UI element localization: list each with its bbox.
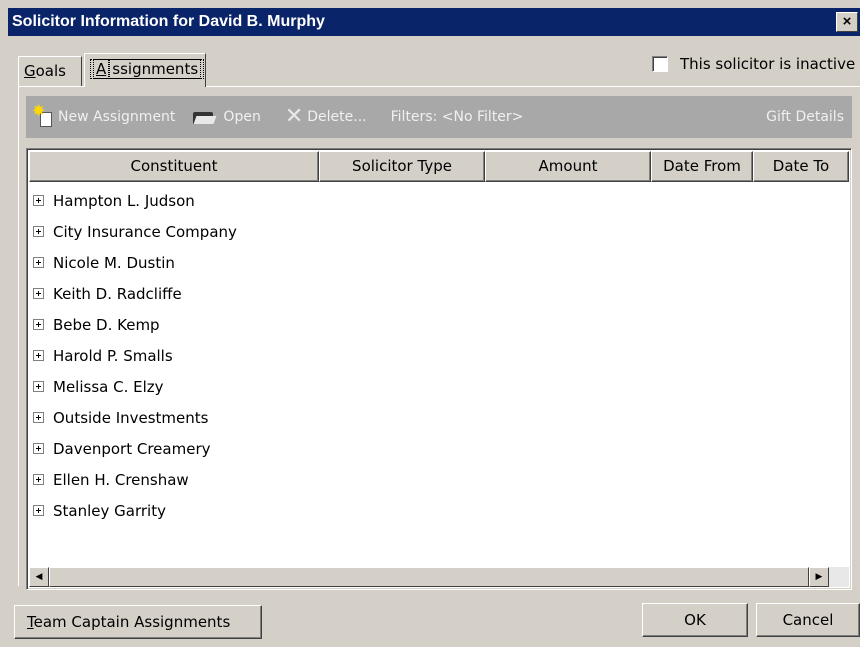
expand-plus-icon[interactable]: [33, 381, 44, 392]
constituent-name: Davenport Creamery: [53, 439, 211, 458]
constituent-name: Bebe D. Kemp: [53, 315, 160, 334]
list-item[interactable]: City Insurance Company: [29, 216, 829, 247]
list-item[interactable]: Nicole M. Dustin: [29, 247, 829, 278]
inactive-option[interactable]: This solicitor is inactive: [652, 53, 855, 75]
delete-x-icon: ✕: [284, 104, 304, 129]
column-header-constituent[interactable]: Constituent: [29, 151, 319, 182]
column-header-amount[interactable]: Amount: [485, 151, 651, 182]
horizontal-scrollbar[interactable]: ◀ ▶: [29, 567, 849, 587]
tab-goals[interactable]: Goals: [18, 56, 82, 86]
new-assignment-label: New Assignment: [58, 109, 176, 125]
constituent-name: Nicole M. Dustin: [53, 253, 175, 272]
tab-goals-accel: G: [24, 62, 36, 80]
list-item[interactable]: Outside Investments: [29, 402, 829, 433]
list-rows: Hampton L. Judson City Insurance Company…: [29, 185, 829, 526]
gift-details-label: Gift Details: [766, 109, 844, 125]
new-assignment-button[interactable]: ✸ New Assignment: [32, 101, 176, 127]
inactive-label: This solicitor is inactive: [680, 55, 856, 73]
column-header-date-to[interactable]: Date To: [753, 151, 849, 182]
expand-plus-icon[interactable]: [33, 474, 44, 485]
expand-plus-icon[interactable]: [33, 412, 44, 423]
close-icon: ×: [842, 13, 852, 30]
list-item[interactable]: Harold P. Smalls: [29, 340, 829, 371]
assignments-list[interactable]: Constituent Solicitor Type Amount Date F…: [26, 148, 852, 590]
list-item[interactable]: Ellen H. Crenshaw: [29, 464, 829, 495]
filters-label: Filters: <No Filter>: [390, 109, 524, 125]
tab-assignments-label: ssignments: [109, 59, 202, 79]
scroll-left-button[interactable]: ◀: [29, 567, 49, 587]
new-document-icon: ✸: [32, 101, 54, 127]
open-button[interactable]: Open: [193, 109, 261, 125]
column-header-solicitor-type[interactable]: Solicitor Type: [319, 151, 485, 182]
expand-plus-icon[interactable]: [33, 505, 44, 516]
constituent-name: Hampton L. Judson: [53, 191, 195, 210]
inactive-checkbox[interactable]: [652, 56, 668, 72]
expand-plus-icon[interactable]: [33, 319, 44, 330]
window-title: Solicitor Information for David B. Murph…: [12, 13, 325, 30]
toolbar: ✸ New Assignment Open ✕ Delete... Filter…: [26, 96, 852, 138]
tab-goals-label: oals: [35, 62, 66, 80]
scroll-right-button[interactable]: ▶: [809, 567, 829, 587]
window-title-bar: Solicitor Information for David B. Murph…: [8, 8, 860, 36]
ok-button[interactable]: OK: [642, 603, 748, 637]
list-item[interactable]: Melissa C. Elzy: [29, 371, 829, 402]
tab-assignments-accel: A: [93, 59, 110, 79]
expand-plus-icon[interactable]: [33, 350, 44, 361]
gift-details-button[interactable]: Gift Details: [766, 109, 844, 125]
tab-assignments[interactable]: Assignments: [84, 53, 206, 87]
tab-assignments-focus: Assignments: [90, 59, 205, 79]
team-captain-accel: T: [27, 613, 34, 631]
team-captain-assignments-button[interactable]: Team Captain Assignments: [14, 605, 262, 639]
expand-plus-icon[interactable]: [33, 226, 44, 237]
list-item[interactable]: Bebe D. Kemp: [29, 309, 829, 340]
constituent-name: Melissa C. Elzy: [53, 377, 164, 396]
cancel-button[interactable]: Cancel: [756, 603, 860, 637]
team-captain-label: eam Captain Assignments: [33, 613, 231, 631]
list-item[interactable]: Davenport Creamery: [29, 433, 829, 464]
column-headers: Constituent Solicitor Type Amount Date F…: [29, 151, 849, 182]
constituent-name: City Insurance Company: [53, 222, 237, 241]
folder-open-icon: [193, 110, 217, 124]
expand-plus-icon[interactable]: [33, 288, 44, 299]
list-item[interactable]: Stanley Garrity: [29, 495, 829, 526]
scrollbar-thumb[interactable]: [49, 567, 809, 587]
expand-plus-icon[interactable]: [33, 195, 44, 206]
expand-plus-icon[interactable]: [33, 257, 44, 268]
constituent-name: Harold P. Smalls: [53, 346, 173, 365]
constituent-name: Keith D. Radcliffe: [53, 284, 182, 303]
delete-button[interactable]: ✕ Delete...: [284, 104, 367, 129]
constituent-name: Stanley Garrity: [53, 501, 166, 520]
column-header-date-from[interactable]: Date From: [651, 151, 753, 182]
constituent-name: Ellen H. Crenshaw: [53, 470, 189, 489]
arrow-right-icon: ▶: [815, 572, 823, 582]
expand-plus-icon[interactable]: [33, 443, 44, 454]
open-label: Open: [223, 109, 261, 125]
delete-label: Delete...: [307, 109, 367, 125]
list-item[interactable]: Hampton L. Judson: [29, 185, 829, 216]
constituent-name: Outside Investments: [53, 408, 209, 427]
arrow-left-icon: ◀: [35, 572, 43, 582]
filters-button[interactable]: Filters: <No Filter>: [391, 109, 524, 125]
close-button[interactable]: ×: [836, 12, 858, 32]
list-item[interactable]: Keith D. Radcliffe: [29, 278, 829, 309]
